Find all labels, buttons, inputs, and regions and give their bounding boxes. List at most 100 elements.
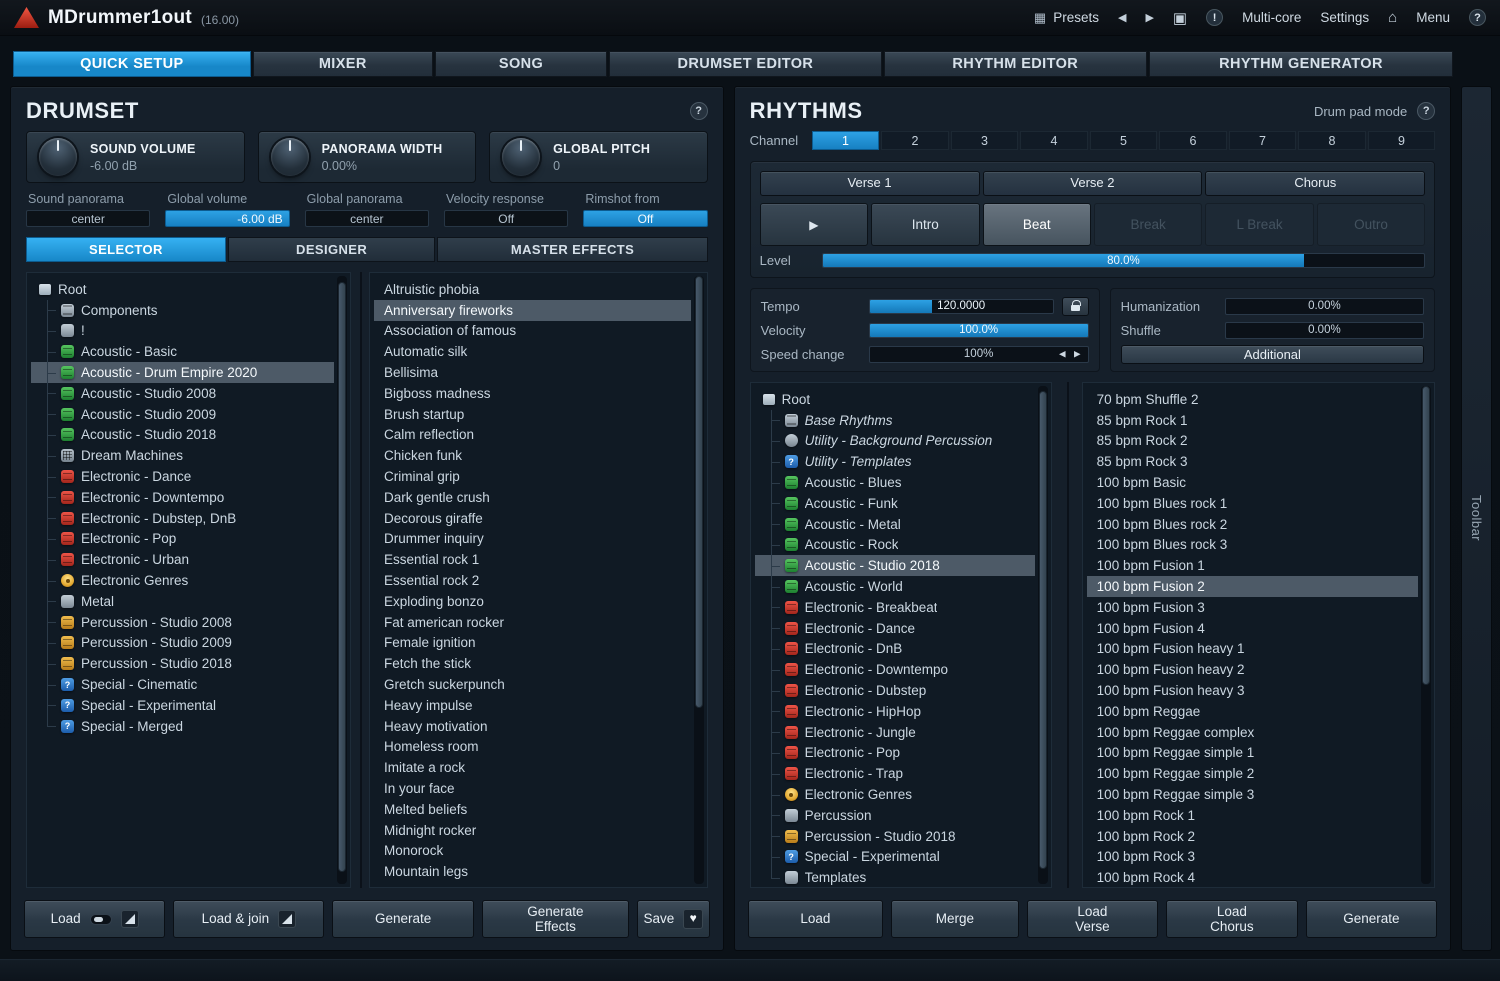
channel-1[interactable]: 1 [812, 131, 880, 150]
preset-100-bpm-fusion-heavy-1[interactable]: 100 bpm Fusion heavy 1 [1087, 639, 1419, 660]
preset-association-of-famous[interactable]: Association of famous [374, 321, 691, 342]
tree-item-electronic-hiphop[interactable]: Electronic - HipHop [755, 701, 1035, 722]
drumset-list-scrollbar[interactable] [694, 276, 704, 884]
tab-mixer[interactable]: MIXER [253, 51, 433, 77]
section-verse-1[interactable]: Verse 1 [760, 171, 980, 196]
tree-item-special-cinematic[interactable]: ?Special - Cinematic [31, 674, 334, 695]
help-icon[interactable]: ? [1469, 9, 1486, 26]
tree-item-electronic-jungle[interactable]: Electronic - Jungle [755, 722, 1035, 743]
part-beat[interactable]: Beat [983, 203, 1091, 246]
subtab-selector[interactable]: SELECTOR [26, 237, 226, 262]
drum-pad-mode-button[interactable]: Drum pad mode [1314, 104, 1407, 119]
preset-100-bpm-reggae-simple-1[interactable]: 100 bpm Reggae simple 1 [1087, 743, 1419, 764]
preset-100-bpm-reggae[interactable]: 100 bpm Reggae [1087, 701, 1419, 722]
rhythms-help-icon[interactable]: ? [1417, 102, 1435, 120]
tree-item-electronic-dubstep-dnb[interactable]: Electronic - Dubstep, DnB [31, 508, 334, 529]
channel-7[interactable]: 7 [1229, 131, 1297, 150]
tab-rhythm-editor[interactable]: RHYTHM EDITOR [884, 51, 1147, 77]
preset-essential-rock-2[interactable]: Essential rock 2 [374, 570, 691, 591]
preset-mountain-legs[interactable]: Mountain legs [374, 861, 691, 882]
section-verse-2[interactable]: Verse 2 [983, 171, 1203, 196]
tree-item-electronic-dance[interactable]: Electronic - Dance [31, 466, 334, 487]
generate-button[interactable]: Generate [332, 900, 473, 938]
preset-dark-gentle-crush[interactable]: Dark gentle crush [374, 487, 691, 508]
tree-item-root[interactable]: Root [31, 279, 334, 300]
presets-button[interactable]: ▦ Presets [1034, 10, 1099, 26]
tree-item-electronic-pop[interactable]: Electronic - Pop [755, 743, 1035, 764]
drumset-tree-scrollbar[interactable] [337, 276, 347, 884]
load-button[interactable]: Load [24, 900, 165, 938]
preset-100-bpm-blues-rock-3[interactable]: 100 bpm Blues rock 3 [1087, 535, 1419, 556]
tree-item-electronic-genres[interactable]: Electronic Genres [31, 570, 334, 591]
tree-item-templates[interactable]: Templates [755, 867, 1035, 888]
preset-decorous-giraffe[interactable]: Decorous giraffe [374, 508, 691, 529]
next-preset-icon[interactable]: ▶ [1145, 11, 1153, 24]
preset-100-bpm-rock-1[interactable]: 100 bpm Rock 1 [1087, 805, 1419, 826]
preset-bellisima[interactable]: Bellisima [374, 362, 691, 383]
tree-item-utility-background-percussion[interactable]: Utility - Background Percussion [755, 431, 1035, 452]
tab-drumset-editor[interactable]: DRUMSET EDITOR [609, 51, 881, 77]
channel-5[interactable]: 5 [1090, 131, 1158, 150]
preset-heavy-motivation[interactable]: Heavy motivation [374, 716, 691, 737]
tree-item-electronic-pop[interactable]: Electronic - Pop [31, 529, 334, 550]
preset-essential-rock-1[interactable]: Essential rock 1 [374, 549, 691, 570]
generate-effects-button[interactable]: Generate Effects [482, 900, 629, 938]
load-join-menu-icon[interactable] [278, 910, 296, 928]
save-button[interactable]: Save ♥ [637, 900, 710, 938]
tree-item-electronic-downtempo[interactable]: Electronic - Downtempo [755, 659, 1035, 680]
tree-item-root[interactable]: Root [755, 389, 1035, 410]
preset-100-bpm-reggae-complex[interactable]: 100 bpm Reggae complex [1087, 722, 1419, 743]
preset-100-bpm-blues-rock-2[interactable]: 100 bpm Blues rock 2 [1087, 514, 1419, 535]
merge-button[interactable]: Merge [891, 900, 1019, 938]
preset-automatic-silk[interactable]: Automatic silk [374, 341, 691, 362]
tree-item-acoustic-funk[interactable]: Acoustic - Funk [755, 493, 1035, 514]
channel-6[interactable]: 6 [1159, 131, 1227, 150]
tree-item-acoustic-drum-empire-2020[interactable]: Acoustic - Drum Empire 2020 [31, 362, 334, 383]
preset-100-bpm-fusion-4[interactable]: 100 bpm Fusion 4 [1087, 618, 1419, 639]
preset-100-bpm-fusion-heavy-2[interactable]: 100 bpm Fusion heavy 2 [1087, 659, 1419, 680]
tree-item-electronic-dubstep[interactable]: Electronic - Dubstep [755, 680, 1035, 701]
play-button[interactable]: ▶ [760, 203, 868, 246]
tree-item-base-rhythms[interactable]: Base Rhythms [755, 410, 1035, 431]
load-chorus-button[interactable]: Load Chorus [1166, 900, 1298, 938]
preset-gretch-suckerpunch[interactable]: Gretch suckerpunch [374, 674, 691, 695]
subtab-master-effects[interactable]: MASTER EFFECTS [437, 237, 707, 262]
preset-100-bpm-reggae-simple-2[interactable]: 100 bpm Reggae simple 2 [1087, 763, 1419, 784]
rhythm-splitter[interactable] [1052, 382, 1082, 888]
part-outro[interactable]: Outro [1317, 203, 1425, 246]
preset-heavy-impulse[interactable]: Heavy impulse [374, 695, 691, 716]
preset-calm-reflection[interactable]: Calm reflection [374, 425, 691, 446]
preset-monorock[interactable]: Monorock [374, 841, 691, 862]
preset-chicken-funk[interactable]: Chicken funk [374, 445, 691, 466]
preset-100-bpm-fusion-1[interactable]: 100 bpm Fusion 1 [1087, 555, 1419, 576]
tab-rhythm-generator[interactable]: RHYTHM GENERATOR [1149, 51, 1453, 77]
tree-item-percussion[interactable]: Percussion [755, 805, 1035, 826]
previous-preset-icon[interactable]: ◀ [1118, 11, 1126, 24]
preset-fetch-the-stick[interactable]: Fetch the stick [374, 653, 691, 674]
drumset-splitter[interactable] [351, 272, 369, 888]
scrollbar-thumb[interactable] [695, 276, 703, 708]
tab-song[interactable]: SONG [435, 51, 607, 77]
preset-85-bpm-rock-3[interactable]: 85 bpm Rock 3 [1087, 451, 1419, 472]
preset-100-bpm-rock-4[interactable]: 100 bpm Rock 4 [1087, 867, 1419, 888]
preset-in-your-face[interactable]: In your face [374, 778, 691, 799]
tempo-lock-button[interactable] [1062, 297, 1089, 316]
scrollbar-thumb[interactable] [338, 282, 346, 872]
rhythm-tree-scrollbar[interactable] [1038, 386, 1048, 884]
preset-exploding-bonzo[interactable]: Exploding bonzo [374, 591, 691, 612]
scrollbar-thumb[interactable] [1039, 391, 1047, 869]
preset-70-bpm-shuffle-2[interactable]: 70 bpm Shuffle 2 [1087, 389, 1419, 410]
preset-fat-american-rocker[interactable]: Fat american rocker [374, 612, 691, 633]
tree-item-percussion-studio-2008[interactable]: Percussion - Studio 2008 [31, 612, 334, 633]
speed-change-field[interactable]: 100% ◀ ▶ [869, 346, 1089, 363]
tempo-slider[interactable]: 120.0000 [869, 299, 1054, 314]
param-value[interactable]: center [26, 210, 150, 227]
preset-bigboss-madness[interactable]: Bigboss madness [374, 383, 691, 404]
shuffle-field[interactable]: 0.00% [1225, 322, 1425, 339]
tree-item-electronic-genres[interactable]: Electronic Genres [755, 784, 1035, 805]
preset-100-bpm-fusion-2[interactable]: 100 bpm Fusion 2 [1087, 576, 1419, 597]
channel-3[interactable]: 3 [951, 131, 1019, 150]
preset-100-bpm-rock-3[interactable]: 100 bpm Rock 3 [1087, 847, 1419, 868]
alert-icon[interactable]: ! [1206, 9, 1223, 26]
tree-item-percussion-studio-2018[interactable]: Percussion - Studio 2018 [31, 653, 334, 674]
